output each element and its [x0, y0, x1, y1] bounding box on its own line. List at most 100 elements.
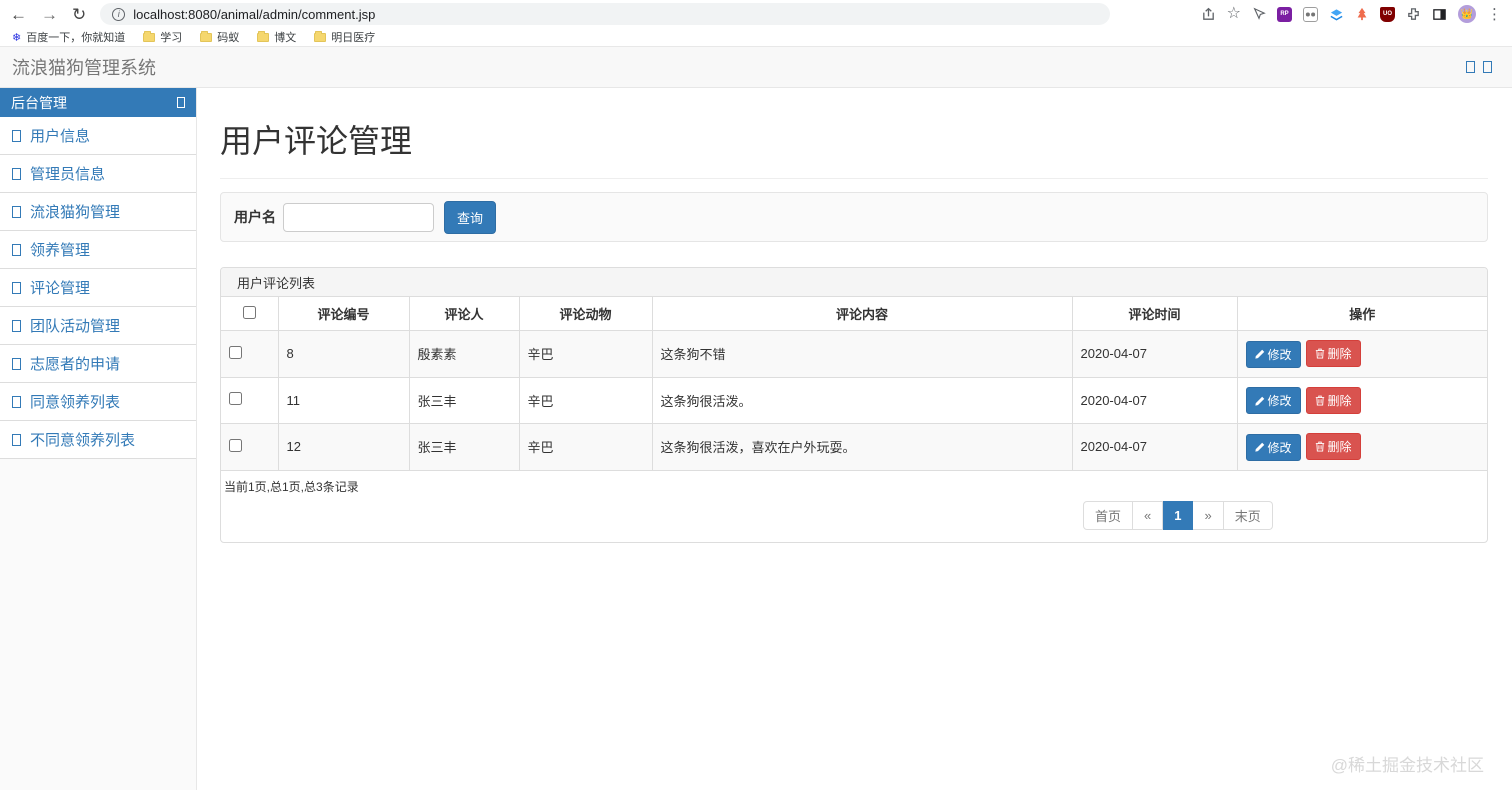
- navbar-placeholder-icon-1[interactable]: [1466, 61, 1475, 73]
- placeholder-icon: [12, 129, 21, 142]
- cell-comment-time: 2020-04-07: [1071, 423, 1238, 471]
- url-text[interactable]: localhost:8080/animal/admin/comment.jsp: [133, 7, 375, 22]
- bookmark-folder-study[interactable]: 学习: [143, 29, 182, 45]
- reload-icon[interactable]: ↻: [72, 6, 86, 23]
- side-panel-icon[interactable]: [1432, 7, 1447, 22]
- edit-button[interactable]: 修改: [1245, 340, 1301, 368]
- pencil-icon: [1254, 396, 1264, 406]
- main-content: 用户评论管理 用户名 查询 用户评论列表 评论编号 评论人 评论动物 评论内容 …: [197, 88, 1512, 790]
- site-navbar: 流浪猫狗管理系统: [0, 47, 1512, 88]
- browser-toolbar: ← → ↻ i localhost:8080/animal/admin/comm…: [0, 0, 1512, 28]
- bookmarks-bar: ❄ 百度一下，你就知道 学习 码蚁 博文 明日医疗: [0, 28, 1512, 47]
- bookmark-star-icon[interactable]: ☆: [1227, 6, 1241, 22]
- sidebar-item-approved-list[interactable]: 同意领养列表: [0, 383, 196, 421]
- col-header-animal: 评论动物: [518, 297, 653, 331]
- delete-button[interactable]: 删除: [1305, 433, 1361, 460]
- sidebar-item-adoption-mgmt[interactable]: 领养管理: [0, 231, 196, 269]
- bookmark-folder-blog[interactable]: 博文: [257, 29, 296, 45]
- cell-comment-time: 2020-04-07: [1071, 376, 1238, 424]
- layers-extension-icon[interactable]: [1329, 7, 1344, 22]
- col-header-actions: 操作: [1236, 297, 1487, 331]
- cell-comment-user: 张三丰: [408, 423, 520, 471]
- pagination-info: 当前1页,总1页,总3条记录: [224, 479, 359, 494]
- table-row: 12 张三丰 辛巴 这条狗很活泼，喜欢在户外玩耍。 2020-04-07 修改删…: [221, 423, 1487, 471]
- sidebar-item-admin-info[interactable]: 管理员信息: [0, 155, 196, 193]
- browser-menu-icon[interactable]: ⋮: [1487, 7, 1502, 22]
- share-icon[interactable]: [1201, 7, 1216, 22]
- bookmark-folder-medical[interactable]: 明日医疗: [314, 29, 375, 45]
- folder-icon: [314, 30, 327, 42]
- delete-button[interactable]: 删除: [1305, 340, 1361, 367]
- placeholder-icon: [12, 205, 21, 218]
- trash-icon: [1315, 441, 1324, 452]
- placeholder-icon: [12, 167, 21, 180]
- username-label: 用户名: [234, 209, 276, 225]
- profile-avatar[interactable]: 👑: [1458, 5, 1476, 23]
- cell-comment-user: 殷素素: [408, 330, 520, 378]
- row-checkbox[interactable]: [229, 345, 242, 359]
- sidebar-item-user-info[interactable]: 用户信息: [0, 117, 196, 155]
- address-bar[interactable]: i localhost:8080/animal/admin/comment.js…: [100, 3, 1111, 25]
- pencil-icon: [1254, 442, 1264, 452]
- cell-comment-content: 这条狗很活泼，喜欢在户外玩耍。: [651, 423, 1073, 471]
- placeholder-icon: [12, 357, 21, 370]
- bookmark-baidu[interactable]: ❄ 百度一下，你就知道: [12, 29, 125, 45]
- back-icon[interactable]: ←: [10, 6, 27, 23]
- search-button[interactable]: 查询: [444, 200, 497, 234]
- cell-comment-id: 11: [277, 376, 410, 424]
- sidebar-item-volunteer-apply[interactable]: 志愿者的申请: [0, 345, 196, 383]
- folder-icon: [257, 30, 270, 42]
- goggles-extension-icon[interactable]: [1303, 6, 1318, 22]
- bookmark-folder-mayi[interactable]: 码蚁: [200, 29, 239, 45]
- cell-comment-id: 12: [277, 423, 410, 471]
- pager-next[interactable]: »: [1193, 500, 1224, 530]
- cell-comment-animal: 辛巴: [518, 376, 653, 424]
- select-all-checkbox[interactable]: [242, 305, 256, 319]
- panel-footer: 当前1页,总1页,总3条记录 首页 « 1 » 末页: [221, 471, 1487, 542]
- navbar-placeholder-icon-2[interactable]: [1483, 61, 1492, 73]
- sidebar-item-team-activity[interactable]: 团队活动管理: [0, 307, 196, 345]
- folder-icon: [143, 30, 156, 42]
- site-info-icon[interactable]: i: [112, 7, 126, 21]
- cell-comment-user: 张三丰: [408, 376, 520, 424]
- delete-button[interactable]: 删除: [1305, 386, 1361, 414]
- watermark: @稀土掘金技术社区: [1330, 756, 1484, 775]
- forward-icon[interactable]: →: [41, 6, 58, 23]
- tree-extension-icon[interactable]: [1355, 7, 1369, 21]
- cell-comment-time: 2020-04-07: [1071, 330, 1238, 378]
- pager-first[interactable]: 首页: [1083, 500, 1134, 530]
- pager-page-1[interactable]: 1: [1163, 500, 1194, 530]
- pencil-icon: [1254, 349, 1264, 359]
- pager-last[interactable]: 末页: [1223, 500, 1273, 530]
- sidebar-item-comment-mgmt[interactable]: 评论管理: [0, 269, 196, 307]
- cell-comment-content: 这条狗很活泼。: [651, 376, 1073, 424]
- table-header-row: 评论编号 评论人 评论动物 评论内容 评论时间 操作: [221, 297, 1487, 331]
- col-header-content: 评论内容: [651, 297, 1073, 331]
- cell-comment-content: 这条狗不错: [651, 330, 1073, 378]
- cell-comment-id: 8: [277, 330, 410, 378]
- col-header-user: 评论人: [408, 297, 520, 331]
- sidebar-item-stray-mgmt[interactable]: 流浪猫狗管理: [0, 193, 196, 231]
- username-input[interactable]: [283, 202, 434, 232]
- cell-comment-animal: 辛巴: [518, 423, 653, 471]
- site-title: 流浪猫狗管理系统: [12, 58, 156, 78]
- extensions-puzzle-icon[interactable]: [1406, 7, 1421, 22]
- row-checkbox[interactable]: [229, 392, 242, 406]
- sidebar-header-placeholder-icon: [177, 97, 185, 108]
- table-row: 11 张三丰 辛巴 这条狗很活泼。 2020-04-07 修改 删除: [221, 376, 1487, 424]
- cell-comment-animal: 辛巴: [518, 330, 653, 378]
- trash-icon: [1315, 348, 1324, 359]
- pagination: 首页 « 1 » 末页: [1083, 500, 1273, 530]
- axure-extension-icon[interactable]: RP: [1277, 6, 1292, 22]
- baidu-paw-icon: ❄: [12, 31, 22, 44]
- pager-prev[interactable]: «: [1133, 500, 1164, 530]
- edit-button[interactable]: 修改: [1245, 433, 1301, 461]
- sidebar-item-rejected-list[interactable]: 不同意领养列表: [0, 421, 196, 459]
- row-checkbox[interactable]: [229, 438, 242, 452]
- page-title: 用户评论管理: [220, 123, 413, 159]
- ublock-extension-icon[interactable]: UO: [1380, 6, 1395, 22]
- edit-button[interactable]: 修改: [1245, 387, 1301, 414]
- table-row: 8 殷素素 辛巴 这条狗不错 2020-04-07 修改 删除: [221, 330, 1487, 378]
- trash-icon: [1315, 395, 1324, 406]
- cursor-extension-icon[interactable]: [1252, 7, 1266, 21]
